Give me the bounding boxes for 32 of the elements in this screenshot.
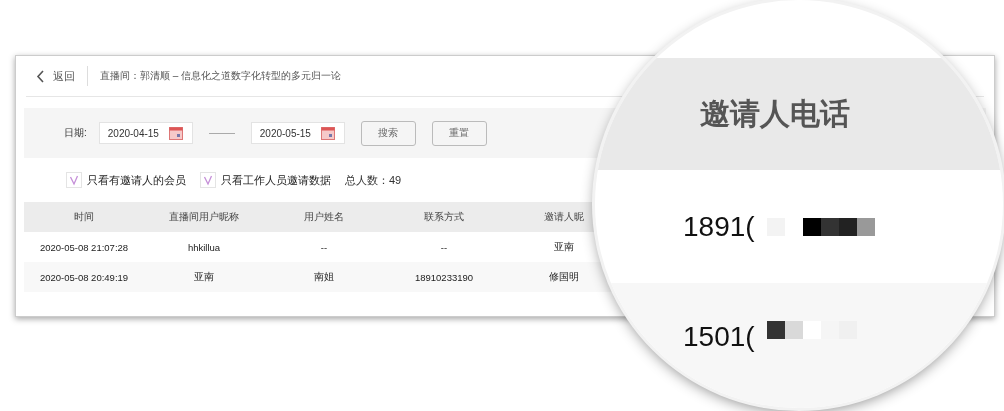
table-cell-text: 2020-05-08 20:49:19 [38,271,130,283]
column-header: 直播间用户昵称 [168,210,240,224]
back-button[interactable]: 返回 [36,68,75,84]
checkmark-icon [67,173,81,187]
chevron-left-icon [36,69,45,83]
table-cell-text: 亚南 [553,240,575,254]
date-label: 日期: [64,126,87,140]
table-cell-text: -- [439,241,449,253]
calendar-icon[interactable] [320,126,335,140]
table-cell-text: 18910233190 [413,271,475,283]
table-cell-text: 修国明 [548,270,580,284]
table-cell-text: -- [319,241,329,253]
column-header: 时间 [73,210,95,224]
total-count: 总人数：49 [345,172,402,188]
checkmark-icon [201,173,215,187]
date-field[interactable]: 2020-04-15 [98,122,193,144]
calendar-icon[interactable] [168,126,183,140]
table-cell-text: 2020-05-08 21:07:28 [38,241,130,253]
date-field[interactable]: 2020-05-15 [250,122,345,144]
table-cell: 1501( [683,321,755,353]
page-title: 直播间：郭清顺 – 信息化之道数字化转型的多元归一论 [100,69,342,83]
search-button[interactable]: 搜索 [360,120,416,146]
column-header: 邀请人昵 [543,210,585,224]
table-cell-text: 亚南 [193,270,215,284]
column-header: 用户姓名 [303,210,345,224]
checkbox-option[interactable]: 只看工作人员邀请数据 [200,172,331,188]
column-header: 联系方式 [423,210,465,224]
table-cell: 1891( [683,210,755,243]
reset-button[interactable]: 重置 [431,120,487,146]
table-cell-text: hhkillua [186,241,222,253]
checkbox-option[interactable]: 只看有邀请人的会员 [66,172,186,188]
table-cell-text: 南姐 [313,270,335,284]
